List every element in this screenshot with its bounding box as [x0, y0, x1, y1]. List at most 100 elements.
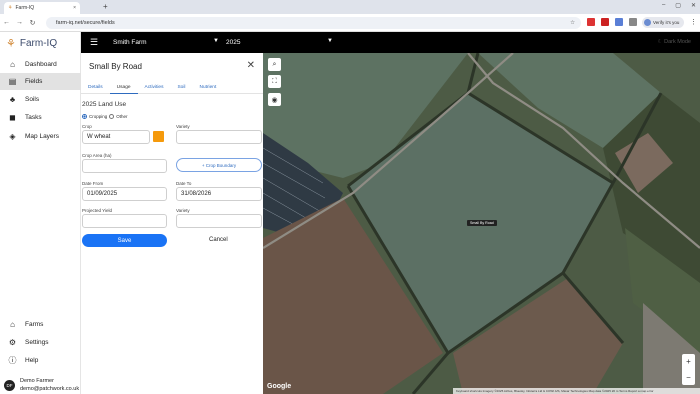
bookmark-star-icon[interactable]: ☆	[570, 20, 575, 26]
fullscreen-icon[interactable]: ⛶	[268, 75, 281, 88]
reload-icon[interactable]: ↻	[26, 19, 39, 27]
sidebar-item-label: Soils	[25, 96, 40, 103]
field-detail-panel: Small By Road ✕ Details Usage Activities…	[81, 53, 263, 394]
variety-label: Variety	[176, 124, 190, 129]
tab-title: Farm-IQ	[15, 5, 35, 11]
sidebar-item-settings[interactable]: ⚙ Settings	[0, 334, 81, 351]
crop-boundary-button[interactable]: + Crop Boundary	[176, 158, 262, 172]
panel-title: Small By Road	[89, 62, 142, 71]
extension-icon[interactable]	[601, 18, 609, 26]
date-from-field[interactable]: 01/09/2025	[82, 187, 167, 201]
sidebar-item-label: Tasks	[25, 114, 42, 121]
chevron-down-icon[interactable]: ▼	[213, 38, 219, 44]
farm-selector[interactable]: Smith Farm	[113, 39, 147, 46]
extension-icon[interactable]	[587, 18, 595, 26]
crop-label: Crop	[82, 124, 92, 129]
zoom-out-icon[interactable]: −	[686, 373, 691, 382]
sidebar-item-dashboard[interactable]: ⌂ Dashboard	[0, 56, 81, 73]
map-search-icon[interactable]: ⌕	[268, 58, 281, 71]
tab-nutrient[interactable]: Nutrient	[192, 81, 223, 94]
user-name: Demo Farmer	[20, 378, 54, 384]
tab-activities[interactable]: Activities	[138, 81, 171, 94]
sidebar-item-label: Help	[25, 357, 39, 364]
browser-tab[interactable]: ⚘ Farm-IQ ×	[4, 2, 80, 14]
extensions	[587, 18, 637, 26]
sidebar-item-label: Settings	[25, 339, 49, 346]
browser-tab-strip: ⚘ Farm-IQ × + – ▢ ✕	[0, 0, 700, 14]
user-profile[interactable]: DF Demo Farmer demo@patchwork.co.uk	[4, 377, 79, 393]
close-window-icon[interactable]: ✕	[691, 2, 696, 9]
tab-usage[interactable]: Usage	[109, 81, 138, 94]
back-icon[interactable]: ←	[0, 19, 13, 26]
zoom-in-icon[interactable]: +	[686, 357, 691, 366]
user-email: demo@patchwork.co.uk	[20, 386, 80, 392]
year-selector[interactable]: 2025	[226, 39, 240, 46]
satellite-map[interactable]: ⌕ ⛶ ◉ Small By Road Google Keyboard shor…	[263, 53, 700, 394]
tab-soil[interactable]: Soil	[170, 81, 192, 94]
sidebar-item-label: Fields	[25, 78, 43, 85]
cancel-button[interactable]: Cancel	[209, 237, 228, 243]
url-text: farm-iq.net/secure/fields	[56, 20, 115, 26]
date-to-field[interactable]: 31/08/2026	[176, 187, 262, 201]
address-bar[interactable]: farm-iq.net/secure/fields ☆	[46, 17, 581, 29]
google-logo: Google	[267, 383, 292, 390]
home-icon: ⌂	[10, 60, 15, 69]
close-icon[interactable]: ✕	[247, 60, 255, 71]
save-button[interactable]: Save	[82, 234, 167, 247]
map-attribution: Keyboard shortcuts Imagery ©2025 Airbus,…	[453, 388, 700, 394]
date-from-label: Date From	[82, 181, 104, 186]
maximize-icon[interactable]: ▢	[675, 2, 681, 9]
farm-icon: ⌂	[10, 320, 15, 329]
sidebar-item-fields[interactable]: ▤ Fields	[0, 73, 81, 90]
new-tab-button[interactable]: +	[103, 2, 108, 11]
window-controls: – ▢ ✕	[662, 2, 696, 9]
radio-other[interactable]	[109, 114, 115, 119]
radio-cropping-label: Cropping	[89, 114, 108, 119]
extension-icon[interactable]	[629, 18, 637, 26]
browser-menu-icon[interactable]: ⋮	[690, 18, 697, 26]
sidebar-item-help[interactable]: ⓘ Help	[0, 352, 81, 369]
date-to-label: Date To	[176, 181, 192, 186]
dark-mode-label: Dark Mode	[664, 39, 691, 45]
chevron-down-icon[interactable]: ▼	[327, 38, 333, 44]
sidebar-item-farms[interactable]: ⌂ Farms	[0, 316, 81, 333]
profile-avatar	[644, 19, 651, 26]
crop-area-field[interactable]	[82, 159, 167, 173]
soil-icon: ♣	[9, 95, 16, 104]
variety2-label: Variety	[176, 208, 190, 213]
app-logo[interactable]: ⚘ Farm-IQ	[6, 37, 57, 50]
sidebar-item-tasks[interactable]: ◼ Tasks	[0, 109, 81, 126]
radio-other-label: Other	[116, 114, 128, 119]
address-bar-row: ← → ↻ farm-iq.net/secure/fields ☆ Verify…	[0, 14, 700, 32]
crop-area-label: Crop Area (ha)	[82, 153, 112, 158]
sidebar-item-label: Dashboard	[25, 61, 57, 68]
avatar: DF	[4, 379, 15, 391]
logo-text: Farm-IQ	[19, 38, 58, 49]
tab-details[interactable]: Details	[81, 81, 110, 94]
sidebar-item-map-layers[interactable]: ◈ Map Layers	[0, 128, 81, 145]
projected-yield-field[interactable]	[82, 214, 167, 228]
sidebar-item-soils[interactable]: ♣ Soils	[0, 91, 81, 108]
forward-icon[interactable]: →	[13, 19, 26, 26]
gear-icon: ⚙	[8, 338, 17, 347]
crop-field[interactable]: W wheat	[82, 130, 150, 144]
land-use-radio-group: Cropping Other	[82, 114, 128, 119]
radio-cropping[interactable]	[82, 114, 87, 119]
projected-yield-label: Projected Yield	[82, 208, 113, 213]
dark-mode-toggle[interactable]: ☾ Dark Mode	[658, 39, 691, 45]
variety-field[interactable]	[176, 130, 262, 144]
variety2-field[interactable]	[176, 214, 262, 228]
layers-icon: ◈	[9, 132, 16, 141]
section-title: 2025 Land Use	[82, 101, 127, 108]
help-icon: ⓘ	[8, 356, 17, 365]
sidebar-item-label: Map Layers	[25, 133, 59, 140]
wheat-logo-icon: ⚘	[6, 38, 16, 50]
field-label[interactable]: Small By Road	[467, 220, 497, 226]
crop-color-swatch[interactable]	[153, 131, 164, 142]
hamburger-menu-icon[interactable]: ☰	[90, 37, 98, 48]
minimize-icon[interactable]: –	[662, 2, 665, 9]
tab-close-icon[interactable]: ×	[73, 5, 76, 11]
extension-icon[interactable]	[615, 18, 623, 26]
visibility-eye-icon[interactable]: ◉	[268, 93, 281, 106]
profile-verify-button[interactable]: Verify it's you	[642, 17, 684, 28]
